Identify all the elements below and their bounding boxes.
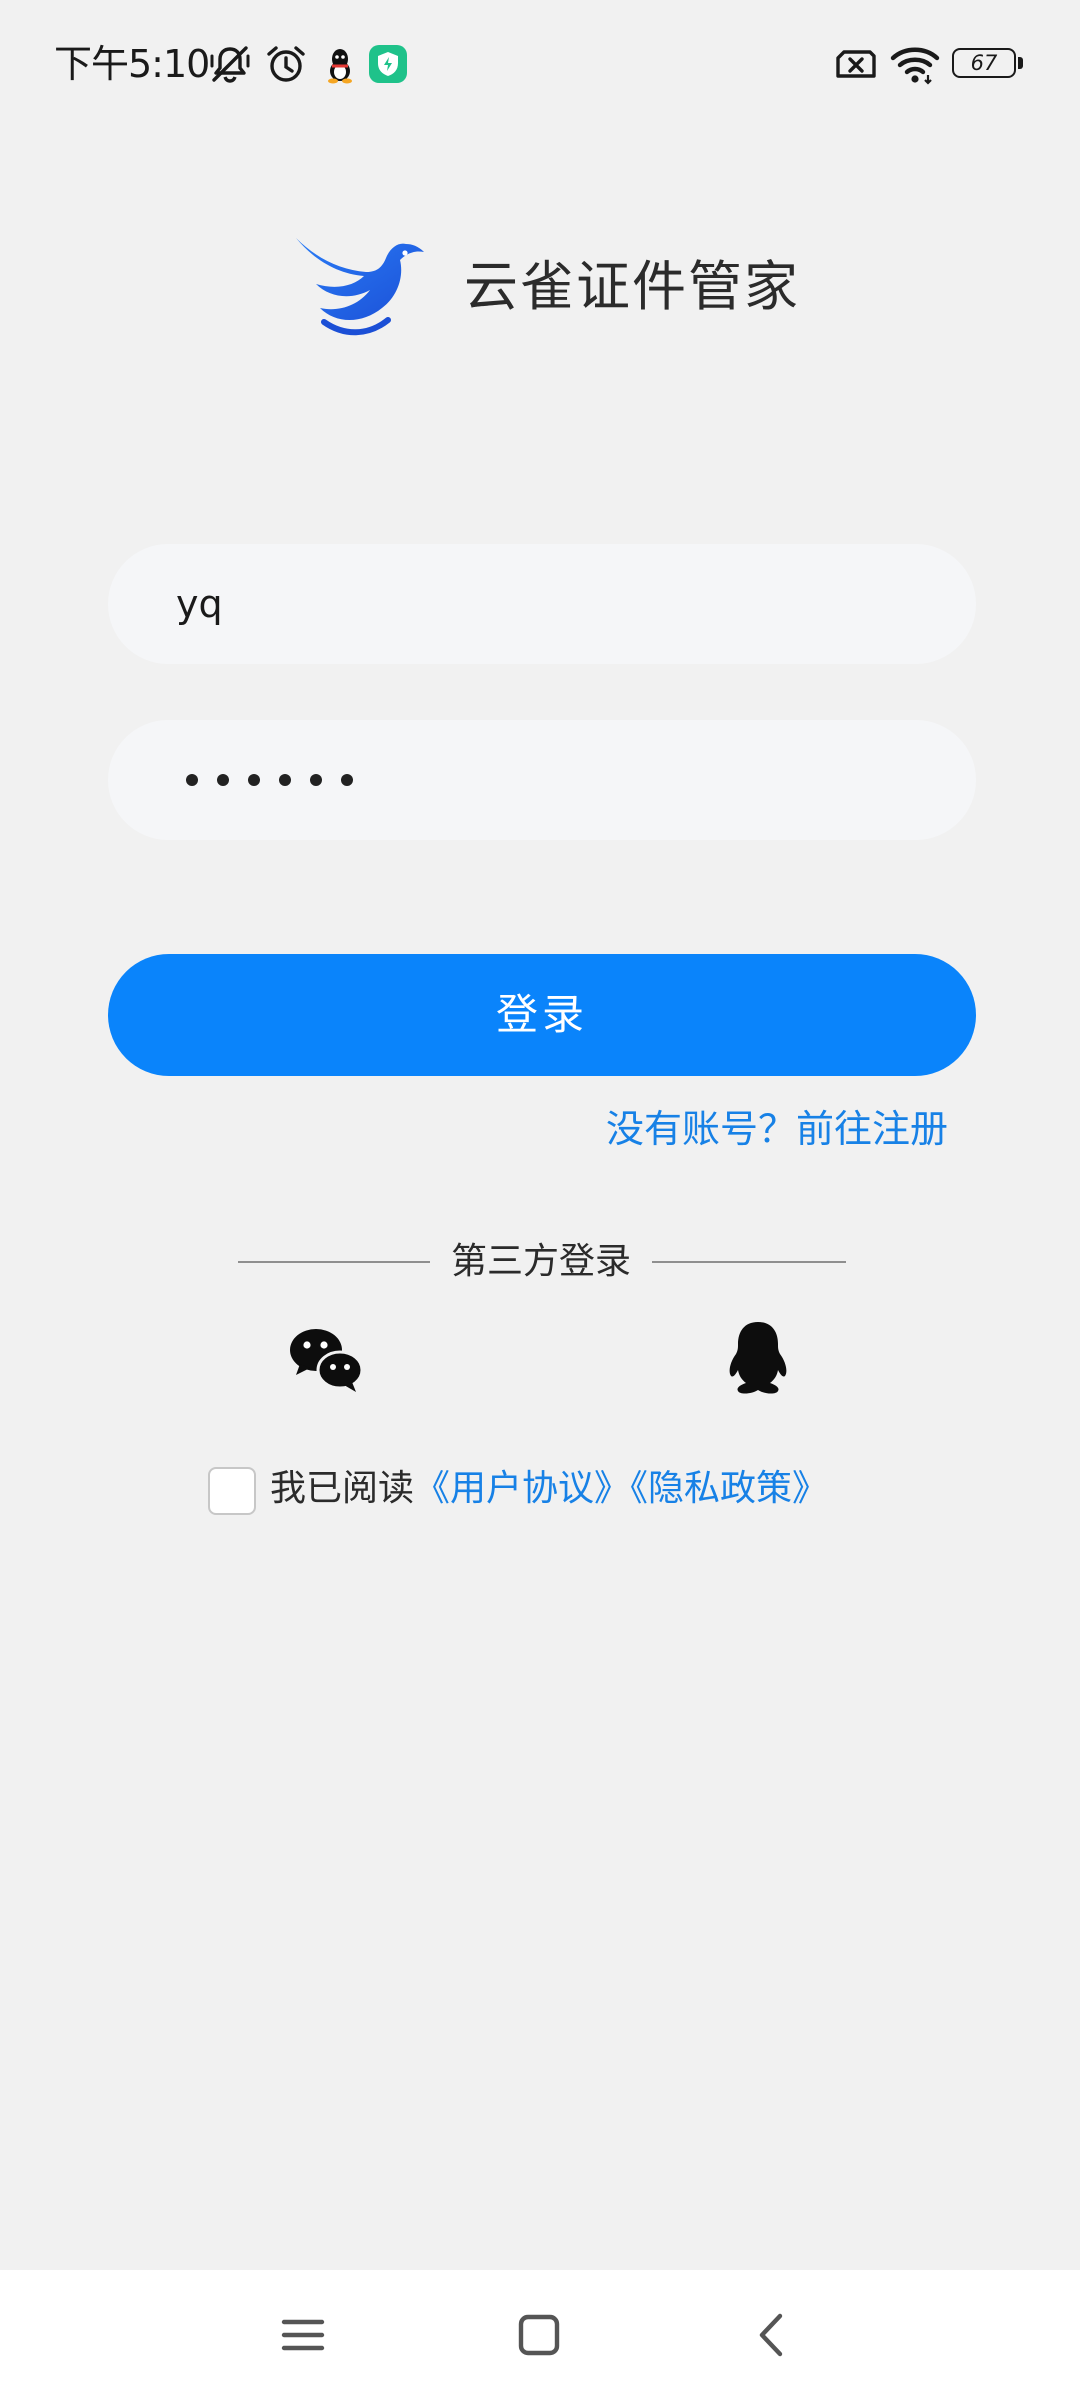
wechat-icon[interactable] xyxy=(286,1318,366,1398)
lark-bird-logo-icon xyxy=(296,238,424,336)
back-icon[interactable] xyxy=(740,2302,806,2368)
shield-app-icon xyxy=(369,45,407,83)
login-screen: 下午5:10 67 云雀证件管家 yq 登录 没有账号？前往注册 第三方登录 我… xyxy=(0,0,1080,2400)
divider-right xyxy=(652,1261,846,1263)
password-dot xyxy=(341,774,353,786)
wifi-icon xyxy=(890,47,940,85)
battery-icon: 67 xyxy=(952,48,1026,80)
system-nav-bar xyxy=(0,2270,1080,2400)
status-time: 下午5:10 xyxy=(54,42,210,86)
sim-card-off-icon xyxy=(836,50,876,78)
menu-icon[interactable] xyxy=(270,2302,336,2368)
agreement-prefix: 我已阅读 xyxy=(270,1468,415,1509)
user-agreement-link[interactable]: 《用户协议》 xyxy=(414,1468,630,1509)
alarm-icon xyxy=(267,46,305,82)
qq-icon[interactable] xyxy=(718,1318,798,1398)
status-bar: 下午5:10 67 xyxy=(0,0,1080,128)
login-button[interactable]: 登录 xyxy=(108,954,976,1076)
privacy-policy-link[interactable]: 《隐私政策》 xyxy=(630,1468,828,1509)
password-field[interactable] xyxy=(108,720,976,840)
password-dot xyxy=(279,774,291,786)
password-dot xyxy=(217,774,229,786)
divider-left xyxy=(238,1261,430,1263)
password-dot xyxy=(186,774,198,786)
qq-notification-icon xyxy=(328,49,352,84)
username-field[interactable] xyxy=(108,544,976,664)
password-dot xyxy=(248,774,260,786)
password-masked-value xyxy=(186,720,353,840)
app-logo: 云雀证件管家 xyxy=(294,232,798,342)
app-name: 云雀证件管家 xyxy=(464,255,800,318)
mute-icon xyxy=(210,46,250,83)
home-icon[interactable] xyxy=(506,2302,572,2368)
third-party-label: 第三方登录 xyxy=(450,1241,631,1282)
agreement-text: 我已阅读《用户协议》《隐私政策》 xyxy=(270,1460,828,1518)
battery-level: 67 xyxy=(970,51,998,75)
username-input[interactable] xyxy=(176,544,916,664)
register-link[interactable]: 没有账号？前往注册 xyxy=(606,1100,948,1158)
password-dot xyxy=(310,774,322,786)
agreement-checkbox[interactable] xyxy=(208,1467,256,1515)
